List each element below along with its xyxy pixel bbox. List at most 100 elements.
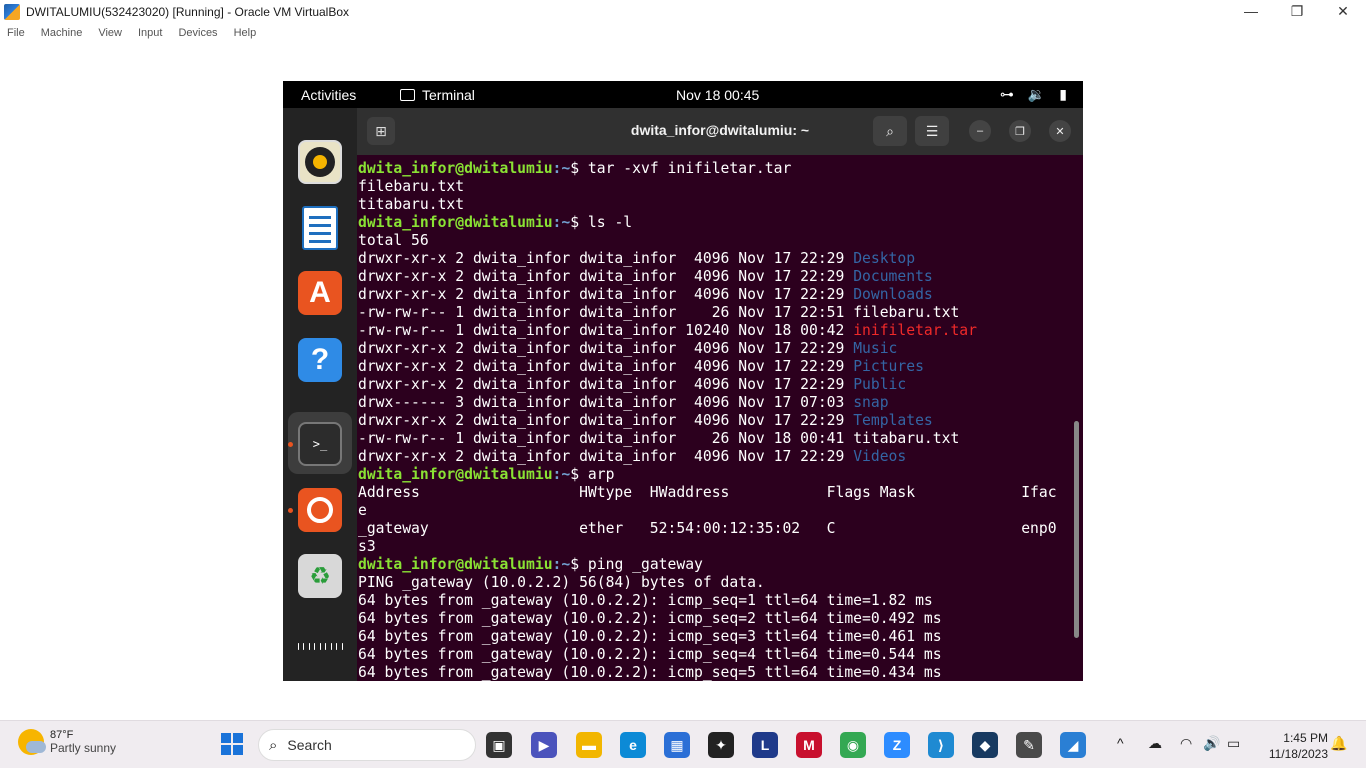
wifi-icon[interactable]: ◠ xyxy=(1180,735,1192,752)
ubuntu-ring xyxy=(307,497,333,523)
output-line: titabaru.txt xyxy=(358,196,465,213)
restore-button[interactable]: ❐ xyxy=(1009,120,1031,142)
output-line: _gateway ether 52:54:00:12:35:02 C enp0 xyxy=(358,520,1057,537)
restore-button[interactable]: ❐ xyxy=(1274,0,1320,22)
output-line: total 56 xyxy=(358,232,429,249)
teams-icon[interactable]: ▶ xyxy=(531,732,557,758)
file-explorer-icon[interactable]: ▬ xyxy=(576,732,602,758)
edge-icon[interactable]: e xyxy=(620,732,646,758)
ls-meta: drwx------ 3 dwita_infor dwita_infor 409… xyxy=(358,394,854,411)
volume-icon: 🔉 xyxy=(1027,86,1046,102)
ls-filename: Pictures xyxy=(853,358,924,375)
terminal-output[interactable]: dwita_infor@dwitalumiu:~$ tar -xvf inifi… xyxy=(358,160,1073,681)
terminal-glyph: >_ xyxy=(312,437,328,451)
ls-meta: -rw-rw-r-- 1 dwita_infor dwita_infor 26 … xyxy=(358,304,854,321)
virtualbox-icon xyxy=(4,4,20,20)
prompt-user: dwita_infor@dwitalumiu xyxy=(358,556,553,573)
minimize-button[interactable]: – xyxy=(969,120,991,142)
close-button[interactable]: ✕ xyxy=(1049,120,1071,142)
libreoffice-writer-icon[interactable] xyxy=(298,206,342,250)
ls-filename: filebaru.txt xyxy=(853,304,960,321)
app-center-icon[interactable]: A xyxy=(298,271,342,315)
ls-filename: snap xyxy=(853,394,889,411)
weather-widget[interactable]: 87°F Partly sunny xyxy=(18,729,116,755)
menu-help[interactable]: Help xyxy=(234,27,257,39)
zoom-icon[interactable]: Z xyxy=(884,732,910,758)
prompt-user: dwita_infor@dwitalumiu xyxy=(358,214,553,231)
host-window-titlebar: DWITALUMIU(532423020) [Running] - Oracle… xyxy=(0,0,1366,24)
prompt-line: dwita_infor@dwitalumiu:~$ arp xyxy=(358,466,1073,484)
prompt-path: :~ xyxy=(552,214,571,231)
show-apps-icon[interactable] xyxy=(298,624,342,668)
close-button[interactable]: ✕ xyxy=(1320,0,1366,22)
prompt-symbol: $ xyxy=(570,556,588,573)
ls-entry: -rw-rw-r-- 1 dwita_infor dwita_infor 26 … xyxy=(358,430,1073,448)
ls-entry: -rw-rw-r-- 1 dwita_infor dwita_infor 102… xyxy=(358,322,1073,340)
activities-button[interactable]: Activities xyxy=(301,87,356,103)
battery-icon: ▮ xyxy=(1059,86,1067,102)
onedrive-icon[interactable]: ☁ xyxy=(1148,735,1162,752)
gnome-topbar: Activities Terminal Nov 18 00:45 ⊶ 🔉 ▮ xyxy=(283,81,1083,108)
vm-display[interactable]: Activities Terminal Nov 18 00:45 ⊶ 🔉 ▮ A… xyxy=(283,81,1083,681)
menu-file[interactable]: File xyxy=(7,27,25,39)
mcafee-icon[interactable]: M xyxy=(796,732,822,758)
app-menu-label: Terminal xyxy=(422,87,475,103)
l-app-icon[interactable]: L xyxy=(752,732,778,758)
trash-icon[interactable]: ♻ xyxy=(298,554,342,598)
search-button[interactable]: ⌕ xyxy=(873,116,907,146)
ls-meta: drwxr-xr-x 2 dwita_infor dwita_infor 409… xyxy=(358,286,854,303)
notification-bell-icon[interactable]: 🔔 xyxy=(1330,735,1347,752)
minimize-button[interactable]: — xyxy=(1228,0,1274,22)
weather-condition: Partly sunny xyxy=(50,741,117,755)
start-button[interactable] xyxy=(221,733,243,755)
app-menu-terminal[interactable]: Terminal xyxy=(400,87,475,103)
ls-filename: Public xyxy=(853,376,907,393)
prompt-line: dwita_infor@dwitalumiu:~$ ping _gateway xyxy=(358,556,1073,574)
running-indicator xyxy=(288,442,293,447)
system-tray[interactable]: ⊶ 🔉 ▮ xyxy=(1000,86,1067,103)
battery-icon[interactable]: ▭ xyxy=(1227,735,1240,752)
vscode-icon[interactable]: ⟩ xyxy=(928,732,954,758)
prompt-line: dwita_infor@dwitalumiu:~$ tar -xvf inifi… xyxy=(358,160,1073,178)
chrome-icon[interactable]: ◉ xyxy=(840,732,866,758)
taskbar-search[interactable]: ⌕ Search xyxy=(258,729,476,761)
help-icon[interactable]: ? xyxy=(298,338,342,382)
task-view-icon[interactable]: ▣ xyxy=(486,732,512,758)
ubuntu-icon[interactable] xyxy=(298,488,342,532)
app-icon[interactable]: ◢ xyxy=(1060,732,1086,758)
output-line: PING _gateway (10.0.2.2) 56(84) bytes of… xyxy=(358,574,765,591)
ls-meta: drwxr-xr-x 2 dwita_infor dwita_infor 409… xyxy=(358,376,854,393)
ms-store-icon[interactable]: ▦ xyxy=(664,732,690,758)
trash-glyph: ♻ xyxy=(309,562,331,590)
prompt-symbol: $ xyxy=(570,214,588,231)
ls-entry: drwxr-xr-x 2 dwita_infor dwita_infor 409… xyxy=(358,250,1073,268)
menu-devices[interactable]: Devices xyxy=(178,27,217,39)
menu-view[interactable]: View xyxy=(98,27,122,39)
terminal-dock-icon[interactable]: >_ xyxy=(298,422,342,466)
csharp-app-icon[interactable]: ✎ xyxy=(1016,732,1042,758)
volume-icon[interactable]: 🔊 xyxy=(1203,735,1220,752)
gnome-clock[interactable]: Nov 18 00:45 xyxy=(676,87,759,103)
tray-chevron-icon[interactable]: ^ xyxy=(1117,735,1124,751)
ls-filename: inifiletar.tar xyxy=(853,322,977,339)
prompt-line: dwita_infor@dwitalumiu:~$ ls -l xyxy=(358,214,1073,232)
dropbox-icon[interactable]: ✦ xyxy=(708,732,734,758)
clock-time: 1:45 PM xyxy=(1283,731,1328,745)
prompt-path: :~ xyxy=(552,556,571,573)
ls-entry: drwxr-xr-x 2 dwita_infor dwita_infor 409… xyxy=(358,448,1073,466)
menu-button[interactable]: ☰ xyxy=(915,116,949,146)
taskbar-clock[interactable]: 1:45 PM 11/18/2023 xyxy=(1256,730,1328,762)
terminal-scrollbar[interactable] xyxy=(1074,421,1079,638)
rhythmbox-icon[interactable] xyxy=(298,140,342,184)
virtualbox-icon[interactable]: ◆ xyxy=(972,732,998,758)
ls-entry: drwxr-xr-x 2 dwita_infor dwita_infor 409… xyxy=(358,412,1073,430)
ls-meta: -rw-rw-r-- 1 dwita_infor dwita_infor 26 … xyxy=(358,430,854,447)
ls-entry: drwxr-xr-x 2 dwita_infor dwita_infor 409… xyxy=(358,286,1073,304)
terminal-window[interactable]: ⊞ dwita_infor@dwitalumiu: ~ ⌕ ☰ – ❐ ✕ dw… xyxy=(357,108,1083,681)
menu-input[interactable]: Input xyxy=(138,27,162,39)
ls-meta: drwxr-xr-x 2 dwita_infor dwita_infor 409… xyxy=(358,340,854,357)
menu-machine[interactable]: Machine xyxy=(41,27,83,39)
output-line: 64 bytes from _gateway (10.0.2.2): icmp_… xyxy=(358,664,942,681)
window-controls: — ❐ ✕ xyxy=(1228,0,1366,24)
prompt-symbol: $ xyxy=(570,466,588,483)
